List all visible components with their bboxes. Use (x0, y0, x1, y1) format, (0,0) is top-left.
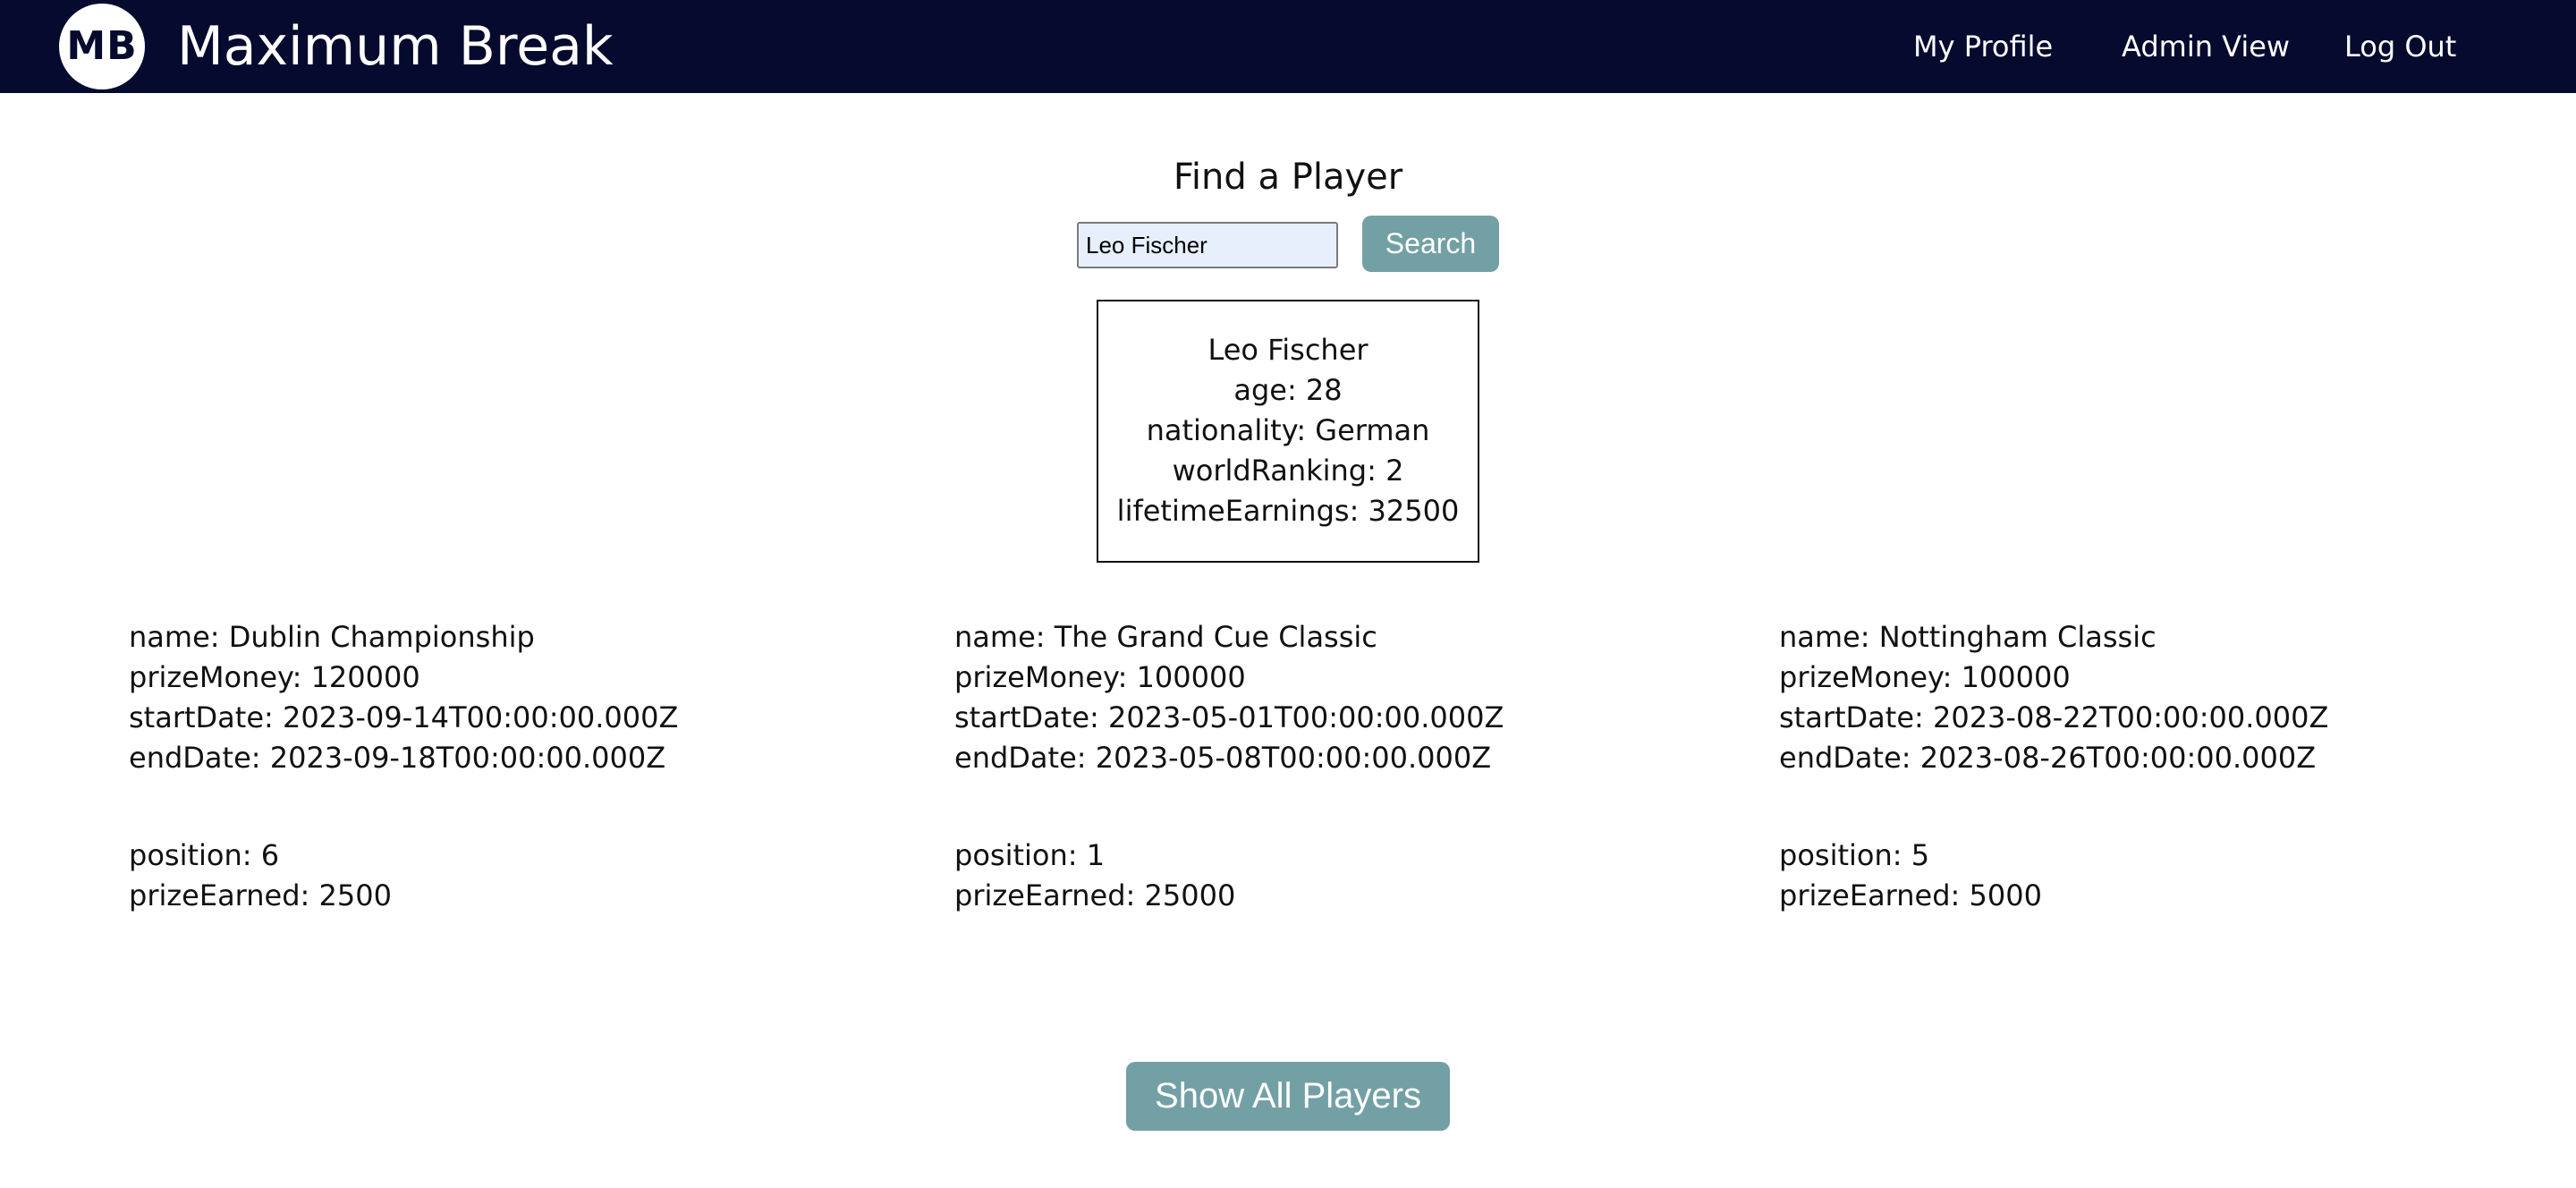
tournament-position: position: 6 (129, 838, 280, 872)
tournament-start-date: startDate: 2023-08-22T00:00:00.000Z (1779, 700, 2329, 734)
logo[interactable]: MB (59, 4, 145, 89)
tournament-end-date: endDate: 2023-08-26T00:00:00.000Z (1779, 741, 2317, 775)
tournament-prize-money: prizeMoney: 120000 (129, 660, 420, 694)
tournament-result: position: 6 prizeEarned: 2500 (129, 836, 898, 916)
nav-admin-view-link[interactable]: Admin View (2122, 27, 2290, 66)
show-all-players-button[interactable]: Show All Players (1126, 1062, 1450, 1131)
player-card: Leo Fischer age: 28 nationality: German … (1097, 300, 1479, 563)
tournament-name: name: The Grand Cue Classic (954, 620, 1377, 654)
tournament-prize-earned: prizeEarned: 2500 (129, 878, 392, 912)
player-lifetime-earnings: lifetimeEarnings: 32500 (1116, 494, 1460, 528)
tournament-prize-earned: prizeEarned: 5000 (1779, 878, 2042, 912)
tournament-prize-money: prizeMoney: 100000 (954, 660, 1246, 694)
tournament-position: position: 1 (954, 838, 1106, 872)
player-world-ranking: worldRanking: 2 (1172, 454, 1404, 488)
player-nationality: nationality: German (1146, 413, 1430, 447)
tournament-position: position: 5 (1779, 838, 1930, 872)
tournament-entry: name: Dublin Championship prizeMoney: 12… (129, 617, 898, 916)
tournament-start-date: startDate: 2023-09-14T00:00:00.000Z (129, 700, 679, 734)
player-age: age: 28 (1233, 373, 1343, 407)
top-navbar: MB Maximum Break My Profile Admin View L… (0, 0, 2576, 93)
app-title: Maximum Break (177, 15, 614, 78)
tournament-prize-money: prizeMoney: 100000 (1779, 660, 2071, 694)
tournament-name: name: Dublin Championship (129, 620, 535, 654)
player-search-input[interactable] (1077, 222, 1338, 268)
tournament-start-date: startDate: 2023-05-01T00:00:00.000Z (954, 700, 1504, 734)
search-button[interactable]: Search (1362, 216, 1499, 272)
tournament-prize-earned: prizeEarned: 25000 (954, 878, 1236, 912)
tournament-name: name: Nottingham Classic (1779, 620, 2157, 654)
nav-my-profile-link[interactable]: My Profile (1913, 27, 2053, 66)
nav-log-out-link[interactable]: Log Out (2344, 27, 2456, 66)
tournament-entry: name: Nottingham Classic prizeMoney: 100… (1779, 617, 2548, 916)
player-name: Leo Fischer (1208, 333, 1368, 367)
tournament-entry: name: The Grand Cue Classic prizeMoney: … (954, 617, 1724, 916)
tournament-end-date: endDate: 2023-05-08T00:00:00.000Z (954, 741, 1492, 775)
tournament-result: position: 5 prizeEarned: 5000 (1779, 836, 2548, 916)
tournament-end-date: endDate: 2023-09-18T00:00:00.000Z (129, 741, 666, 775)
page-title: Find a Player (1173, 157, 1403, 198)
tournament-result: position: 1 prizeEarned: 25000 (954, 836, 1724, 916)
